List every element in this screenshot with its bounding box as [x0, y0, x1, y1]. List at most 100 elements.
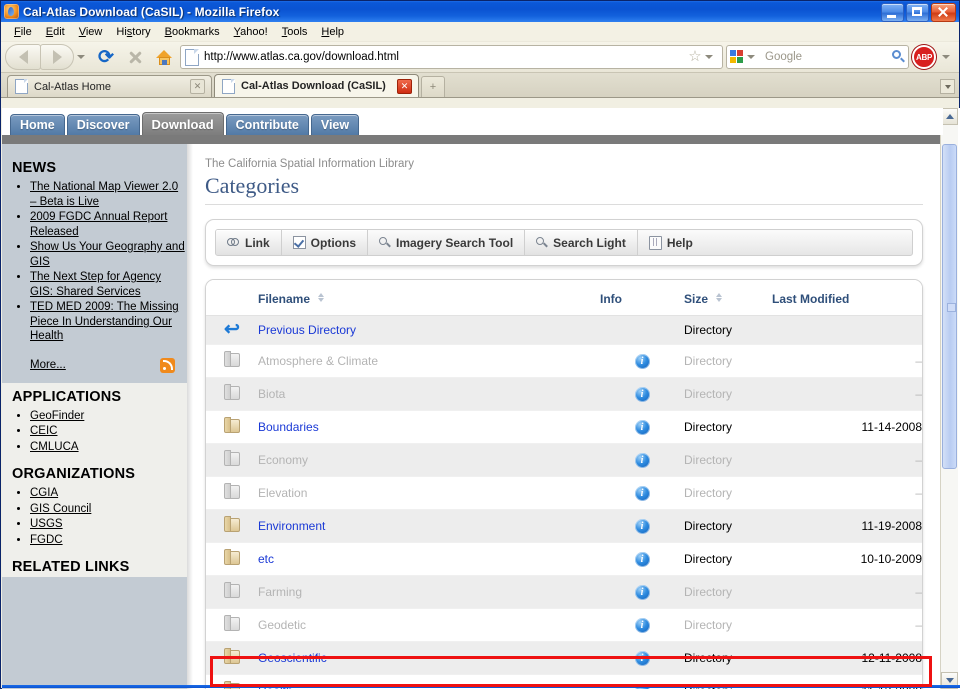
row-info-cell[interactable]: i: [600, 543, 684, 576]
close-button[interactable]: [931, 3, 956, 22]
directory-link[interactable]: etc: [258, 552, 274, 566]
row-info-cell[interactable]: i: [600, 642, 684, 675]
options-button[interactable]: Options: [282, 230, 368, 255]
table-row[interactable]: Boundaries i Directory 11-14-2008: [206, 411, 922, 444]
vertical-scrollbar[interactable]: [940, 108, 958, 689]
news-link[interactable]: 2009 FGDC Annual Report Released: [30, 211, 167, 238]
menu-edit[interactable]: Edit: [39, 25, 72, 39]
info-icon[interactable]: i: [635, 585, 650, 600]
news-link[interactable]: The Next Step for Agency GIS: Shared Ser…: [30, 271, 161, 298]
table-row[interactable]: etc i Directory 10-10-2009: [206, 543, 922, 576]
info-icon[interactable]: i: [635, 453, 650, 468]
site-tab-download[interactable]: Download: [142, 112, 224, 135]
new-tab-button[interactable]: +: [421, 76, 445, 97]
directory-link[interactable]: Boundaries: [258, 420, 319, 434]
address-bar[interactable]: http://www.atlas.ca.gov/download.html ☆: [180, 45, 723, 69]
home-button[interactable]: [151, 45, 177, 69]
more-news-link[interactable]: More...: [30, 359, 66, 371]
row-info-cell[interactable]: i: [600, 576, 684, 609]
imagery-search-tool-button[interactable]: Imagery Search Tool: [368, 230, 525, 255]
info-icon[interactable]: i: [635, 354, 650, 369]
link-button[interactable]: Link: [216, 230, 282, 255]
reload-button[interactable]: ⟳: [93, 45, 119, 69]
menu-file[interactable]: File: [7, 25, 39, 39]
row-info-cell[interactable]: i: [600, 345, 684, 378]
organization-link[interactable]: USGS: [30, 518, 63, 530]
menu-bookmarks[interactable]: Bookmarks: [158, 25, 227, 39]
stop-button[interactable]: [122, 45, 148, 69]
organization-link[interactable]: FGDC: [30, 534, 63, 546]
organization-link[interactable]: CGIA: [30, 487, 58, 499]
minimize-button[interactable]: [881, 3, 904, 22]
row-name-cell[interactable]: Environment: [258, 510, 600, 543]
row-name-cell[interactable]: Previous Directory: [258, 316, 600, 345]
application-link[interactable]: CMLUCA: [30, 441, 79, 453]
scroll-up-button[interactable]: [941, 108, 958, 125]
row-name-cell[interactable]: Geoscientific: [258, 642, 600, 675]
site-tab-contribute[interactable]: Contribute: [226, 114, 309, 135]
list-item[interactable]: GeoFinder: [30, 409, 187, 424]
news-link[interactable]: The National Map Viewer 2.0 – Beta is Li…: [30, 181, 178, 208]
tab-close-icon[interactable]: ✕: [397, 79, 412, 94]
column-last-modified[interactable]: Last Modified: [772, 280, 922, 316]
search-light-button[interactable]: Search Light: [525, 230, 638, 255]
info-icon[interactable]: i: [635, 552, 650, 567]
menu-help[interactable]: Help: [314, 25, 351, 39]
organization-link[interactable]: GIS Council: [30, 503, 91, 515]
scrollbar-thumb[interactable]: [942, 144, 957, 469]
sort-arrows-icon[interactable]: [317, 293, 325, 302]
row-name-cell[interactable]: etc: [258, 543, 600, 576]
column-filename[interactable]: Filename: [258, 280, 600, 316]
maximize-button[interactable]: [906, 3, 929, 22]
menu-history[interactable]: History: [109, 25, 157, 39]
info-icon[interactable]: i: [635, 486, 650, 501]
row-info-cell[interactable]: i: [600, 378, 684, 411]
sort-arrows-icon[interactable]: [715, 293, 723, 302]
row-info-cell[interactable]: i: [600, 411, 684, 444]
browser-tab-cal-atlas-home[interactable]: Cal-Atlas Home ✕: [7, 75, 212, 97]
site-tab-discover[interactable]: Discover: [67, 114, 140, 135]
directory-link[interactable]: Geoscientific: [258, 651, 327, 665]
info-icon[interactable]: i: [635, 519, 650, 534]
address-dropdown-icon[interactable]: [705, 55, 713, 59]
news-link[interactable]: Show Us Your Geography and GIS: [30, 241, 185, 268]
url-text[interactable]: http://www.atlas.ca.gov/download.html: [204, 51, 688, 63]
column-size[interactable]: Size: [684, 280, 772, 316]
news-link[interactable]: TED MED 2009: The Missing Piece In Under…: [30, 301, 179, 342]
toolbar-overflow-icon[interactable]: [942, 55, 950, 59]
menu-tools[interactable]: Tools: [275, 25, 315, 39]
list-item[interactable]: The National Map Viewer 2.0 – Beta is Li…: [30, 180, 187, 209]
history-dropdown-icon[interactable]: [77, 55, 85, 59]
list-item[interactable]: GIS Council: [30, 502, 187, 517]
list-item[interactable]: CGIA: [30, 486, 187, 501]
list-item[interactable]: CMLUCA: [30, 440, 187, 455]
back-button[interactable]: [5, 44, 41, 70]
application-link[interactable]: GeoFinder: [30, 410, 84, 422]
info-icon[interactable]: i: [635, 651, 650, 666]
table-row[interactable]: ↩ Previous Directory Directory: [206, 316, 922, 345]
tab-close-icon[interactable]: ✕: [190, 79, 205, 94]
list-item[interactable]: TED MED 2009: The Missing Piece In Under…: [30, 300, 187, 344]
list-item[interactable]: Show Us Your Geography and GIS: [30, 240, 187, 269]
directory-link[interactable]: Environment: [258, 519, 325, 533]
search-engine-dropdown-icon[interactable]: [747, 55, 755, 59]
table-row[interactable]: Environment i Directory 11-19-2008: [206, 510, 922, 543]
forward-button[interactable]: [40, 44, 74, 70]
menu-yahoo[interactable]: Yahoo!: [227, 25, 275, 39]
bookmark-star-icon[interactable]: ☆: [688, 50, 702, 64]
row-info-cell[interactable]: i: [600, 444, 684, 477]
table-row[interactable]: Geoscientific i Directory 12-11-2008: [206, 642, 922, 675]
site-tab-view[interactable]: View: [311, 114, 359, 135]
browser-tab-cal-atlas-download[interactable]: Cal-Atlas Download (CaSIL) ✕: [214, 74, 419, 97]
site-tab-home[interactable]: Home: [10, 114, 65, 135]
search-input[interactable]: Google: [760, 51, 891, 63]
row-info-cell[interactable]: i: [600, 609, 684, 642]
help-button[interactable]: Help: [638, 230, 704, 255]
list-item[interactable]: The Next Step for Agency GIS: Shared Ser…: [30, 270, 187, 299]
application-link[interactable]: CEIC: [30, 425, 57, 437]
tab-list-dropdown-icon[interactable]: [940, 79, 955, 94]
row-name-cell[interactable]: Boundaries: [258, 411, 600, 444]
row-info-cell[interactable]: i: [600, 477, 684, 510]
info-icon[interactable]: i: [635, 618, 650, 633]
directory-link[interactable]: Previous Directory: [258, 323, 356, 337]
